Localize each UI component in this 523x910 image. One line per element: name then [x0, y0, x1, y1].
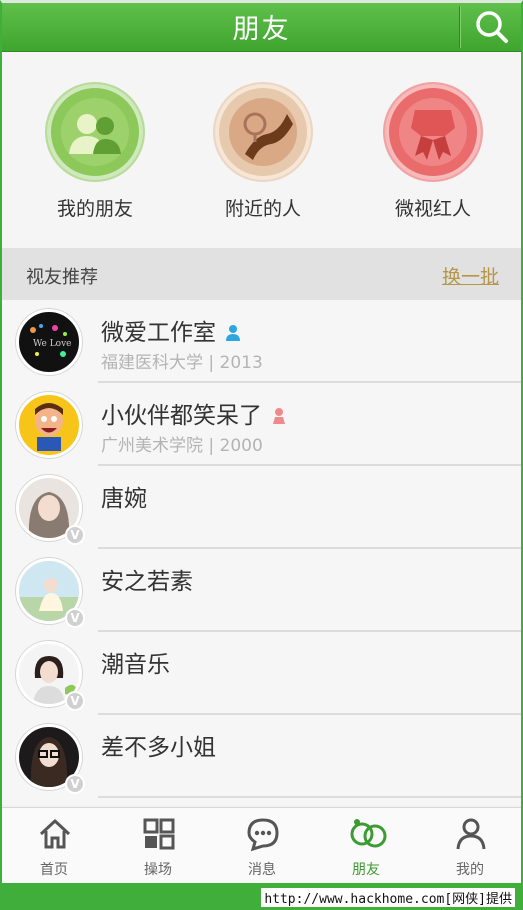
user-name: 小伙伴都笑呆了	[101, 396, 286, 430]
divider	[98, 796, 521, 798]
friends-rings-icon	[350, 819, 387, 848]
refresh-batch-link[interactable]: 换一批	[442, 262, 499, 289]
list-item[interactable]: V 潮音乐	[2, 632, 521, 715]
weishi-stars-label: 微视红人	[394, 198, 471, 220]
male-icon	[226, 321, 240, 347]
avatar: V	[16, 558, 85, 628]
bottom-tab-bar: 首页 操场 消息 朋友 我的	[2, 807, 521, 883]
page-title: 朋友	[232, 14, 291, 45]
verified-badge: V	[65, 525, 85, 545]
verified-badge: V	[65, 691, 85, 711]
footer-strip: http://www.hackhome.com[网侠]提供	[0, 883, 523, 910]
tab-messages-label: 消息	[248, 862, 276, 878]
tab-playground-label: 操场	[144, 862, 172, 878]
weishi-stars-entry[interactable]: 微视红人	[358, 84, 508, 221]
recommend-list: We Love 微爱工作室 福建医科大学 | 2013 小伙伴都笑呆了 广州美术…	[2, 300, 521, 805]
avatar: V	[16, 641, 85, 711]
map-icon	[215, 84, 311, 180]
avatar: V	[16, 475, 85, 545]
tab-home-label: 首页	[40, 862, 68, 878]
svg-text:We Love: We Love	[33, 339, 72, 349]
nearby-people-label: 附近的人	[224, 198, 301, 220]
user-name: 差不多小姐	[101, 735, 216, 761]
user-name: 潮音乐	[101, 652, 170, 678]
user-info: 福建医科大学 | 2013	[101, 353, 263, 373]
list-item[interactable]: 小伙伴都笑呆了 广州美术学院 | 2000	[2, 383, 521, 466]
tab-friends[interactable]: 朋友	[314, 808, 418, 884]
list-item[interactable]: V 差不多小姐	[2, 715, 521, 798]
profile-icon	[456, 818, 486, 850]
my-friends-label: 我的朋友	[56, 198, 133, 220]
verified-badge: V	[65, 608, 85, 628]
header-divider	[459, 6, 460, 48]
friends-icon	[47, 84, 143, 180]
user-name: 微爱工作室	[101, 313, 240, 347]
feature-row: 我的朋友 附近的人 微视红人	[2, 52, 521, 248]
recommend-title: 视友推荐	[26, 267, 98, 288]
watermark-text: http://www.hackhome.com[网侠]提供	[261, 888, 515, 907]
tab-me-label: 我的	[456, 862, 484, 878]
user-name: 安之若素	[101, 569, 193, 595]
recommend-header: 视友推荐 换一批	[2, 248, 521, 300]
tab-playground[interactable]: 操场	[106, 808, 210, 884]
nearby-people-entry[interactable]: 附近的人	[188, 84, 338, 221]
list-item[interactable]: V 安之若素	[2, 549, 521, 632]
user-info: 广州美术学院 | 2000	[101, 436, 263, 456]
tab-friends-label: 朋友	[352, 862, 380, 878]
tab-home[interactable]: 首页	[2, 808, 106, 884]
verified-badge: V	[65, 774, 85, 794]
ribbon-icon	[385, 84, 481, 180]
list-item[interactable]: We Love 微爱工作室 福建医科大学 | 2013	[2, 300, 521, 383]
home-icon	[39, 819, 71, 849]
avatar	[16, 392, 82, 458]
message-icon	[247, 818, 279, 852]
grid-icon	[143, 818, 175, 850]
top-bar: 朋友	[2, 3, 521, 52]
female-icon	[272, 404, 286, 430]
my-friends-entry[interactable]: 我的朋友	[20, 84, 170, 221]
search-icon	[476, 11, 508, 43]
search-button[interactable]	[472, 7, 512, 47]
user-name: 唐婉	[101, 486, 147, 512]
tab-messages[interactable]: 消息	[210, 808, 314, 884]
avatar: V	[16, 724, 85, 794]
list-item[interactable]: V 唐婉	[2, 466, 521, 549]
tab-me[interactable]: 我的	[418, 808, 522, 884]
avatar: We Love	[16, 309, 82, 375]
